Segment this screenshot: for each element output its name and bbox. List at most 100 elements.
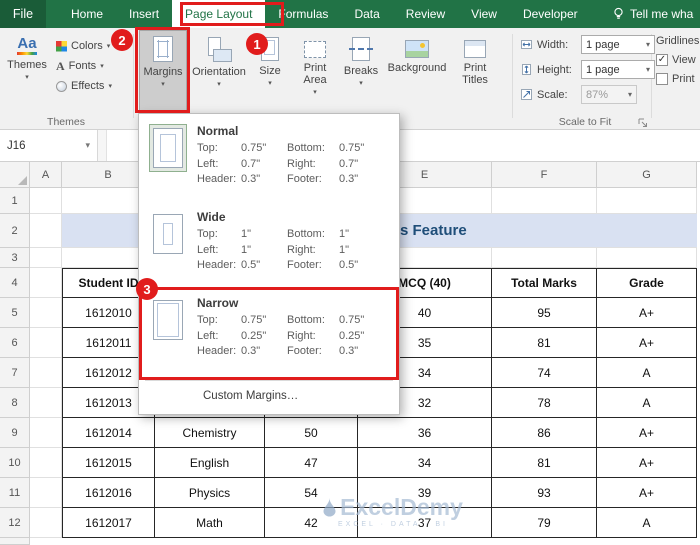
cell[interactable] xyxy=(30,418,62,448)
fonts-button[interactable]: A Fonts ▾ xyxy=(56,60,112,73)
cell[interactable]: 81 xyxy=(492,328,597,358)
cell[interactable]: A+ xyxy=(597,328,697,358)
row-header[interactable]: 12 xyxy=(0,508,30,538)
print-titles-button[interactable]: Print Titles xyxy=(453,30,497,112)
cell[interactable]: 1612014 xyxy=(62,418,155,448)
row-header[interactable]: 3 xyxy=(0,248,30,268)
cell[interactable]: A+ xyxy=(597,418,697,448)
cell[interactable]: 1612015 xyxy=(62,448,155,478)
cell[interactable]: 50 xyxy=(265,418,358,448)
cell[interactable]: 37 xyxy=(358,508,492,538)
cell[interactable]: 86 xyxy=(492,418,597,448)
width-select[interactable]: 1 page ▾ xyxy=(581,35,655,54)
cell[interactable]: A xyxy=(597,508,697,538)
cell[interactable]: 39 xyxy=(358,478,492,508)
cell[interactable]: 36 xyxy=(358,418,492,448)
tab-data[interactable]: Data xyxy=(341,0,392,28)
margins-option-narrow[interactable]: Narrow Top: 0.75" Bottom: 0.75" Left: 0.25"… xyxy=(139,290,399,376)
gridlines-print-checkbox-row[interactable]: Print xyxy=(656,73,700,85)
cell[interactable]: A xyxy=(597,358,697,388)
cell-total-marks-header[interactable]: Total Marks xyxy=(492,268,597,298)
size-button[interactable]: Size ▾ xyxy=(251,30,289,112)
row-header[interactable]: 9 xyxy=(0,418,30,448)
scale-spinner[interactable]: 87% ▾ xyxy=(581,85,637,104)
cell[interactable]: Math xyxy=(155,508,265,538)
row-header[interactable]: 2 xyxy=(0,214,30,248)
cell[interactable]: A xyxy=(597,388,697,418)
cell[interactable]: A+ xyxy=(597,448,697,478)
cell[interactable]: 1612017 xyxy=(62,508,155,538)
cell[interactable] xyxy=(30,268,62,298)
cell[interactable]: A+ xyxy=(597,298,697,328)
cell[interactable]: 34 xyxy=(358,448,492,478)
row-header[interactable]: 6 xyxy=(0,328,30,358)
checkbox-checked[interactable]: ✓ xyxy=(656,54,668,66)
cell[interactable] xyxy=(30,248,62,268)
background-button[interactable]: Background xyxy=(385,30,449,112)
cell[interactable] xyxy=(30,358,62,388)
cell[interactable] xyxy=(30,188,62,214)
cell[interactable] xyxy=(30,388,62,418)
breaks-button[interactable]: Breaks ▾ xyxy=(341,30,381,112)
cell[interactable] xyxy=(597,188,697,214)
cell[interactable] xyxy=(30,298,62,328)
cell[interactable]: English xyxy=(155,448,265,478)
row-header[interactable]: 1 xyxy=(0,188,30,214)
cell[interactable]: Chemistry xyxy=(155,418,265,448)
cell[interactable]: 78 xyxy=(492,388,597,418)
select-all-corner[interactable] xyxy=(0,162,30,188)
checkbox-unchecked[interactable] xyxy=(656,73,668,85)
row-header[interactable]: 4 xyxy=(0,268,30,298)
cell[interactable]: 95 xyxy=(492,298,597,328)
column-header-g[interactable]: G xyxy=(597,162,697,188)
margins-button[interactable]: Margins ▾ xyxy=(139,30,187,112)
tab-home[interactable]: Home xyxy=(58,0,116,28)
row-header[interactable]: 7 xyxy=(0,358,30,388)
gridlines-view-checkbox-row[interactable]: ✓ View xyxy=(656,54,700,66)
print-area-button[interactable]: Print Area ▾ xyxy=(293,30,337,112)
cell[interactable]: 47 xyxy=(265,448,358,478)
row-header[interactable]: 10 xyxy=(0,448,30,478)
cell[interactable]: 81 xyxy=(492,448,597,478)
cell[interactable] xyxy=(30,214,62,248)
tell-me-box[interactable]: Tell me wha xyxy=(612,0,693,28)
column-header-a[interactable]: A xyxy=(30,162,62,188)
cell[interactable] xyxy=(30,448,62,478)
tab-review[interactable]: Review xyxy=(393,0,458,28)
cell[interactable]: 79 xyxy=(492,508,597,538)
effects-button[interactable]: Effects ▾ xyxy=(56,80,112,92)
custom-margins-item[interactable]: Custom Margins… xyxy=(139,385,399,407)
row-header[interactable]: 5 xyxy=(0,298,30,328)
tab-view[interactable]: View xyxy=(458,0,510,28)
height-select[interactable]: 1 page ▾ xyxy=(581,60,655,79)
name-box[interactable]: J16 ▾ xyxy=(0,130,98,161)
row-header[interactable]: 8 xyxy=(0,388,30,418)
themes-button[interactable]: Aa Themes ▾ xyxy=(4,30,50,112)
cell[interactable] xyxy=(30,328,62,358)
cell[interactable]: Physics xyxy=(155,478,265,508)
cell[interactable]: 93 xyxy=(492,478,597,508)
cell[interactable]: 54 xyxy=(265,478,358,508)
cell[interactable] xyxy=(597,248,697,268)
cell[interactable] xyxy=(492,188,597,214)
row-header[interactable] xyxy=(0,538,30,545)
cell[interactable]: 1612016 xyxy=(62,478,155,508)
row-header[interactable]: 11 xyxy=(0,478,30,508)
tab-page-layout[interactable]: Page Layout xyxy=(172,0,266,28)
margins-option-wide[interactable]: Wide Top: 1" Bottom: 1" Left: 1" Right: 1" H… xyxy=(139,204,399,290)
cell[interactable]: A+ xyxy=(597,478,697,508)
scale-dialog-launcher[interactable] xyxy=(638,117,648,131)
cell[interactable] xyxy=(30,478,62,508)
margins-option-normal[interactable]: Normal Top: 0.75" Bottom: 0.75" Left: 0.7" … xyxy=(139,118,399,204)
cell[interactable] xyxy=(30,508,62,538)
tab-formulas[interactable]: Formulas xyxy=(265,0,341,28)
cell[interactable]: 42 xyxy=(265,508,358,538)
column-header-f[interactable]: F xyxy=(492,162,597,188)
cell[interactable]: 74 xyxy=(492,358,597,388)
tab-insert[interactable]: Insert xyxy=(116,0,172,28)
tab-file[interactable]: File xyxy=(0,0,46,28)
tab-developer[interactable]: Developer xyxy=(510,0,591,28)
cell[interactable] xyxy=(492,248,597,268)
colors-button[interactable]: Colors ▾ xyxy=(56,40,112,52)
orientation-button[interactable]: Orientation ▾ xyxy=(191,30,247,112)
